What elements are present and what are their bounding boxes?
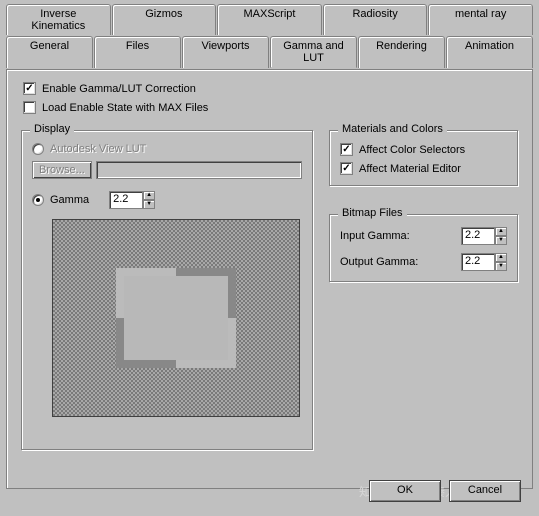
load-state-label: Load Enable State with MAX Files	[42, 102, 208, 114]
output-gamma-spinner: 2.2 ▲ ▼	[461, 253, 507, 271]
tab-row-2: General Files Viewports Gamma and LUT Re…	[6, 36, 533, 68]
tab-rendering[interactable]: Rendering	[358, 36, 445, 68]
enable-gamma-row: Enable Gamma/LUT Correction	[17, 82, 522, 95]
tab-radiosity[interactable]: Radiosity	[323, 4, 428, 35]
tab-maxscript[interactable]: MAXScript	[217, 4, 322, 35]
tab-files[interactable]: Files	[94, 36, 181, 68]
materials-group: Materials and Colors Affect Color Select…	[329, 130, 518, 186]
output-gamma-down[interactable]: ▼	[495, 262, 507, 271]
input-gamma-down[interactable]: ▼	[495, 236, 507, 245]
autodesk-lut-label: Autodesk View LUT	[50, 143, 146, 155]
gamma-preview	[52, 219, 300, 417]
gamma-spinner-down[interactable]: ▼	[143, 200, 155, 209]
input-gamma-input[interactable]: 2.2	[461, 227, 495, 245]
tab-gamma-and-lut[interactable]: Gamma and LUT	[270, 36, 357, 68]
gamma-spinner-up[interactable]: ▲	[143, 191, 155, 200]
tab-gizmos[interactable]: Gizmos	[112, 4, 217, 35]
bitmap-group-title: Bitmap Files	[338, 207, 407, 219]
autodesk-lut-row: Autodesk View LUT	[32, 143, 302, 155]
affect-editor-label: Affect Material Editor	[359, 163, 461, 175]
tab-animation[interactable]: Animation	[446, 36, 533, 68]
display-group-title: Display	[30, 123, 74, 135]
tab-mental-ray[interactable]: mental ray	[428, 4, 533, 35]
load-state-row: Load Enable State with MAX Files	[17, 101, 522, 114]
output-gamma-input[interactable]: 2.2	[461, 253, 495, 271]
output-gamma-label: Output Gamma:	[340, 256, 418, 268]
enable-gamma-label: Enable Gamma/LUT Correction	[42, 83, 196, 95]
left-column: Display Autodesk View LUT Browse... Gamm…	[17, 120, 317, 460]
tab-viewports[interactable]: Viewports	[182, 36, 269, 68]
browse-row: Browse...	[32, 161, 302, 179]
gamma-label: Gamma	[50, 194, 89, 206]
enable-gamma-checkbox[interactable]	[23, 82, 36, 95]
browse-button[interactable]: Browse...	[32, 161, 92, 179]
gamma-row: Gamma 2.2 ▲ ▼	[32, 191, 302, 209]
affect-editor-checkbox[interactable]	[340, 162, 353, 175]
gamma-preview-inner	[116, 268, 236, 368]
dialog-buttons: OK Cancel	[369, 480, 521, 502]
materials-group-title: Materials and Colors	[338, 123, 447, 135]
tab-row-1: Inverse Kinematics Gizmos MAXScript Radi…	[6, 4, 533, 35]
affect-selectors-checkbox[interactable]	[340, 143, 353, 156]
affect-selectors-row: Affect Color Selectors	[340, 143, 507, 156]
cancel-button[interactable]: Cancel	[449, 480, 521, 502]
load-state-checkbox[interactable]	[23, 101, 36, 114]
right-column: Materials and Colors Affect Color Select…	[325, 120, 522, 292]
display-group: Display Autodesk View LUT Browse... Gamm…	[21, 130, 313, 450]
lut-path-input[interactable]	[96, 161, 302, 179]
gamma-radio[interactable]	[32, 194, 44, 206]
affect-selectors-label: Affect Color Selectors	[359, 144, 465, 156]
tab-inverse-kinematics[interactable]: Inverse Kinematics	[6, 4, 111, 35]
input-gamma-spinner: 2.2 ▲ ▼	[461, 227, 507, 245]
bitmap-group: Bitmap Files Input Gamma: 2.2 ▲ ▼ Output…	[329, 214, 518, 282]
tab-content: Enable Gamma/LUT Correction Load Enable …	[6, 69, 533, 489]
tab-strip: Inverse Kinematics Gizmos MAXScript Radi…	[0, 0, 539, 68]
input-gamma-up[interactable]: ▲	[495, 227, 507, 236]
output-gamma-up[interactable]: ▲	[495, 253, 507, 262]
autodesk-lut-radio[interactable]	[32, 143, 44, 155]
affect-editor-row: Affect Material Editor	[340, 162, 507, 175]
input-gamma-row: Input Gamma: 2.2 ▲ ▼	[340, 227, 507, 245]
columns: Display Autodesk View LUT Browse... Gamm…	[17, 120, 522, 460]
input-gamma-label: Input Gamma:	[340, 230, 410, 242]
tab-general[interactable]: General	[6, 36, 93, 68]
gamma-spinner: 2.2 ▲ ▼	[109, 191, 155, 209]
gamma-input[interactable]: 2.2	[109, 191, 143, 209]
preferences-dialog: { "tabs_row1": ["Inverse Kinematics", "G…	[0, 0, 539, 516]
ok-button[interactable]: OK	[369, 480, 441, 502]
output-gamma-row: Output Gamma: 2.2 ▲ ▼	[340, 253, 507, 271]
